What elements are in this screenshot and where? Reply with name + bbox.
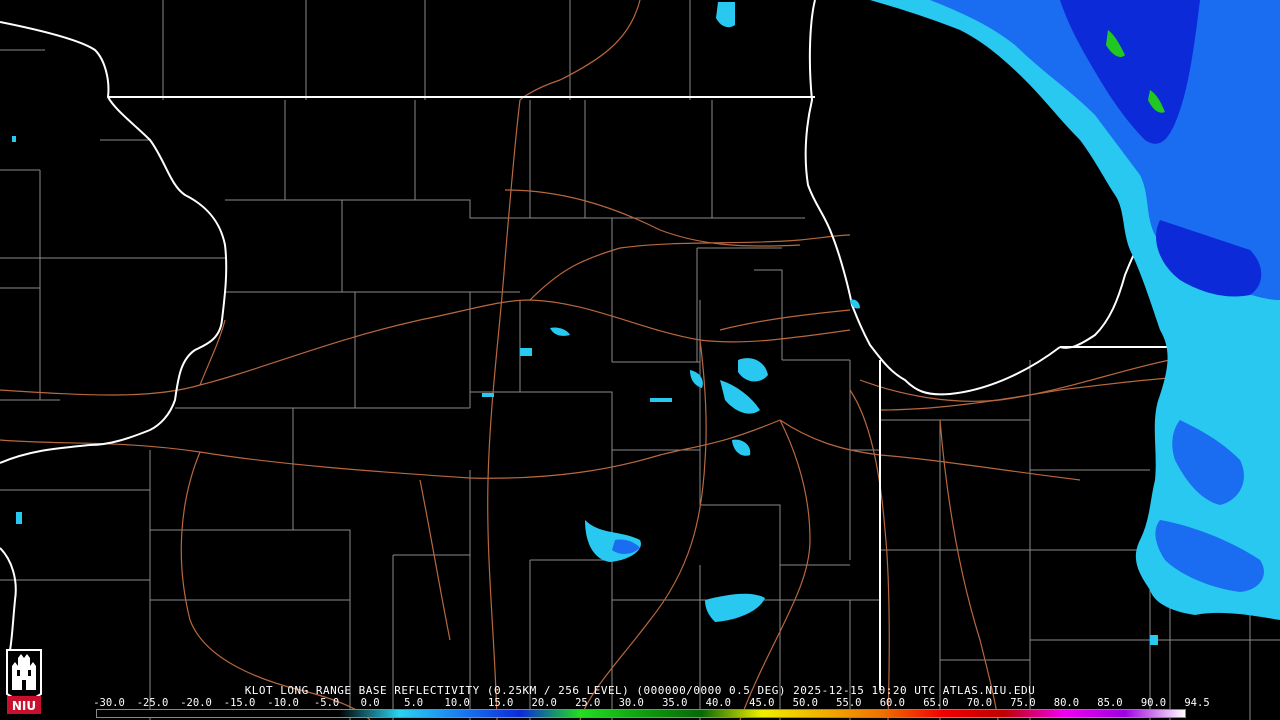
scale-tick-label: -25.0 [136,697,169,709]
scale-tick-label: -10.0 [267,697,299,709]
scale-tick-label: 50.0 [792,697,818,709]
scale-tick-label: 75.0 [1010,697,1036,709]
scale-ticks: -30.0 -25.0 -20.0 -15.0 -10.0 -5.0 0.0 5.0 10.0 1… [93,697,1209,709]
scale-tick-label: 15.0 [488,697,514,709]
scale-tick-label: 30.0 [618,697,644,709]
product-caption: KLOT LONG RANGE BASE REFLECTIVITY (0.25K… [244,684,1036,697]
reflectivity-color-scale [96,709,1186,718]
scale-tick-label: -15.0 [223,697,256,709]
logo-text: NIU [12,699,36,713]
scale-tick-label: 20.0 [531,697,557,709]
scale-tick-label: 40.0 [705,697,731,709]
scale-tick-label: 85.0 [1097,697,1123,709]
scale-tick-label: 35.0 [662,697,688,709]
scale-tick-label: 25.0 [575,697,601,709]
scale-tick-label: 55.0 [836,697,862,709]
scale-tick-label: 70.0 [966,697,993,709]
scale-tick-label: 60.0 [879,697,906,709]
scale-tick-label: 0.0 [360,697,380,709]
niu-logo: NIU [6,649,42,714]
scale-tick-label: 94.5 [1184,697,1210,709]
scale-tick-label: 5.0 [404,697,424,709]
scale-tick-label: 65.0 [923,697,949,709]
scale-tick-label: -5.0 [313,697,340,709]
radar-map [0,0,1280,720]
scale-tick-label: -20.0 [180,697,212,709]
scale-tick-label: 10.0 [444,697,470,709]
scale-tick-label: 45.0 [749,697,775,709]
scale-tick-label: 80.0 [1053,697,1080,709]
scale-tick-label: -30.0 [93,697,125,709]
scale-tick-label: 90.0 [1140,697,1167,709]
